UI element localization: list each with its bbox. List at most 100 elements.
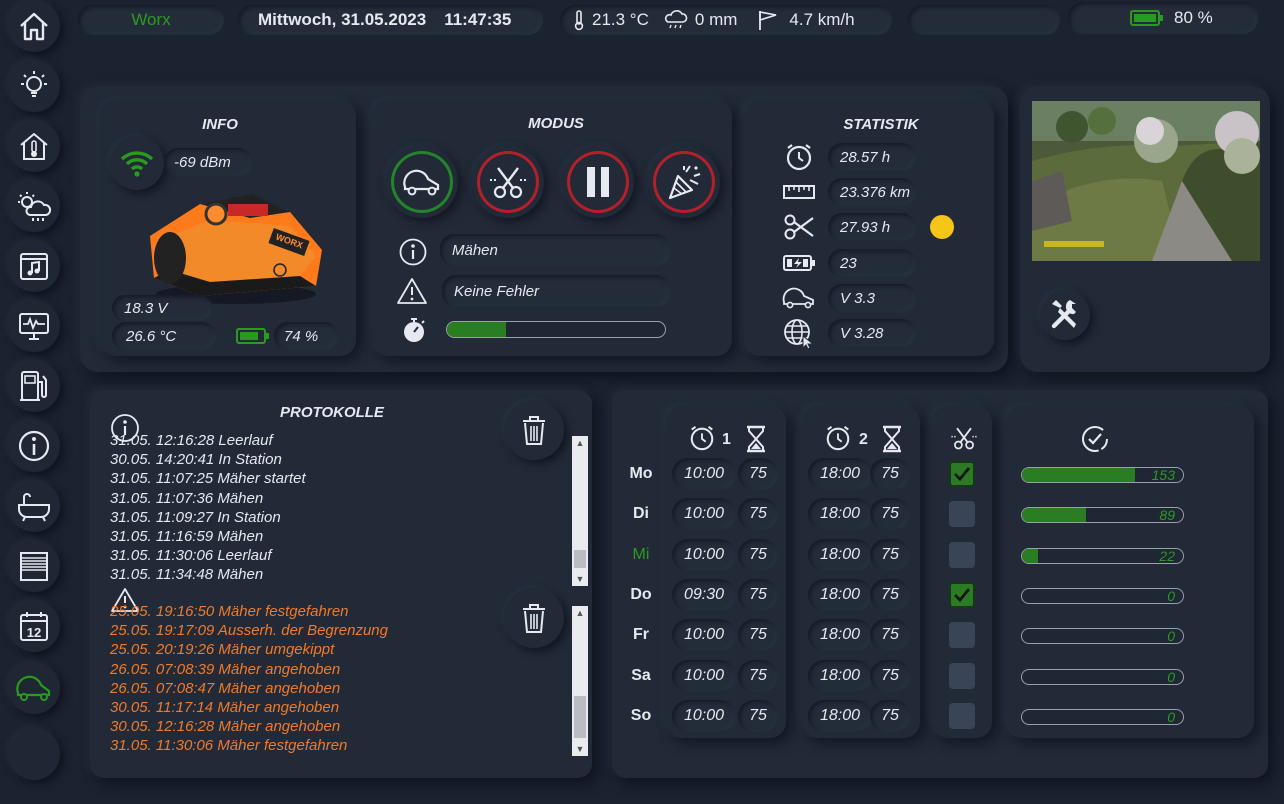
slot1-start-time[interactable]: 10:00 xyxy=(672,619,736,651)
day-progress-value: 0 xyxy=(1167,709,1175,725)
slot1-duration[interactable]: 75 xyxy=(738,660,778,692)
alarm-clock-icon xyxy=(782,143,816,171)
battery-icon xyxy=(1130,9,1164,27)
party-mode-button[interactable] xyxy=(648,146,720,218)
slot1-start-time[interactable]: 10:00 xyxy=(672,660,736,692)
slot2-start-time[interactable]: 18:00 xyxy=(808,498,872,530)
slot2-duration[interactable]: 75 xyxy=(870,539,910,571)
sidebar-empty-button[interactable] xyxy=(8,728,60,780)
fuel-icon[interactable] xyxy=(8,360,60,412)
home-mower-button[interactable] xyxy=(386,146,458,218)
weather-icon[interactable] xyxy=(8,180,60,232)
slot2-start-time[interactable]: 18:00 xyxy=(808,619,872,651)
status-log-scrollbar[interactable]: ▲ ▼ xyxy=(572,436,588,586)
slot1-duration[interactable]: 75 xyxy=(738,619,778,651)
stopwatch-icon xyxy=(400,316,428,344)
day-progress-bar: 89 xyxy=(1021,507,1184,523)
scroll-down-icon[interactable]: ▼ xyxy=(572,572,588,586)
calendar-icon[interactable]: 12 xyxy=(8,600,60,652)
scroll-thumb[interactable] xyxy=(574,696,586,738)
mower-battery-value: 74 % xyxy=(274,322,338,350)
mower-outline-icon xyxy=(782,284,816,312)
error-log[interactable]: 25.05. 19:16:50 Mäher festgefahren 25.05.… xyxy=(110,602,570,756)
day-label: Do xyxy=(630,586,652,603)
edgecut-checkbox[interactable] xyxy=(949,461,975,487)
check-icon xyxy=(954,588,971,603)
status-log[interactable]: 31.05. 12:16:28 Leerlauf 30.05. 14:20:41 … xyxy=(110,431,570,583)
day-progress-bar: 153 xyxy=(1021,467,1184,483)
day-label: Sa xyxy=(631,667,651,684)
edgecut-checkbox[interactable] xyxy=(949,582,975,608)
slot1-start-time[interactable]: 10:00 xyxy=(672,700,736,732)
bulb-icon[interactable] xyxy=(8,60,60,112)
slot1-duration[interactable]: 75 xyxy=(738,458,778,490)
slot2-duration[interactable]: 75 xyxy=(870,660,910,692)
day-progress-value: 89 xyxy=(1159,507,1175,523)
tools-icon[interactable] xyxy=(1040,290,1090,340)
edgecut-checkbox[interactable] xyxy=(949,501,975,527)
hourglass-icon xyxy=(880,425,904,453)
edge-cut-button[interactable] xyxy=(472,146,544,218)
scroll-up-icon[interactable]: ▲ xyxy=(572,436,588,450)
slot2-duration[interactable]: 75 xyxy=(870,498,910,530)
mower-icon[interactable] xyxy=(8,662,60,714)
log-entry: 26.05. 07:08:47 Mäher angehoben xyxy=(110,679,341,697)
slot1-label: 1 xyxy=(722,431,731,448)
edgecut-checkbox[interactable] xyxy=(949,663,975,689)
camera-image[interactable] xyxy=(1032,101,1260,261)
monitor-icon[interactable] xyxy=(8,300,60,352)
scroll-down-icon[interactable]: ▼ xyxy=(572,742,588,756)
log-entry: 26.05. 07:08:39 Mäher angehoben xyxy=(110,660,341,678)
error-log-scrollbar[interactable]: ▲ ▼ xyxy=(572,606,588,756)
slot1-duration[interactable]: 75 xyxy=(738,700,778,732)
slot2-duration[interactable]: 75 xyxy=(870,579,910,611)
edgecut-checkbox[interactable] xyxy=(949,622,975,648)
time-text: 11:47:35 xyxy=(444,10,512,29)
slot2-start-time[interactable]: 18:00 xyxy=(808,579,872,611)
mower-error: Keine Fehler xyxy=(442,275,670,307)
mower-status: Mähen xyxy=(440,234,670,266)
mower-image: WORX xyxy=(140,186,326,310)
info-icon[interactable] xyxy=(8,420,60,472)
day-progress-fill xyxy=(1022,549,1039,563)
scroll-thumb[interactable] xyxy=(574,550,586,568)
slot2-start-time[interactable]: 18:00 xyxy=(808,700,872,732)
edgecut-checkbox[interactable] xyxy=(949,542,975,568)
slot2-duration[interactable]: 75 xyxy=(870,700,910,732)
date-text: Mittwoch, 31.05.2023 xyxy=(258,10,427,29)
slot1-start-time[interactable]: 10:00 xyxy=(672,458,736,490)
slot1-start-time[interactable]: 09:30 xyxy=(672,579,736,611)
slot2-start-time[interactable]: 18:00 xyxy=(808,660,872,692)
music-icon[interactable] xyxy=(8,240,60,292)
bathtub-icon[interactable] xyxy=(8,480,60,532)
slot2-duration[interactable]: 75 xyxy=(870,458,910,490)
stat-web-version: V 3.28 xyxy=(828,319,916,347)
slot1-duration[interactable]: 75 xyxy=(738,539,778,571)
log-entry: 31.05. 11:16:59 Mähen xyxy=(110,528,264,546)
slot1-duration[interactable]: 75 xyxy=(738,498,778,530)
check-icon xyxy=(954,467,971,482)
slot1-duration[interactable]: 75 xyxy=(738,579,778,611)
scroll-up-icon[interactable]: ▲ xyxy=(572,606,588,620)
weather-bar: 21.3 °C 0 mm 4.7 km/h xyxy=(560,5,892,35)
day-progress-bar: 0 xyxy=(1021,588,1184,604)
edgecut-checkbox[interactable] xyxy=(949,703,975,729)
slot2-start-time[interactable]: 18:00 xyxy=(808,458,872,490)
blinds-icon[interactable] xyxy=(8,540,60,592)
day-progress-bar: 0 xyxy=(1021,709,1184,725)
slot2-duration[interactable]: 75 xyxy=(870,619,910,651)
slot2-start-time[interactable]: 18:00 xyxy=(808,539,872,571)
status-dot xyxy=(930,215,954,239)
day-label: Fr xyxy=(633,626,649,643)
log-entry: 25.05. 19:17:09 Ausserh. der Begrenzung xyxy=(110,622,388,640)
statistik-title: STATISTIK xyxy=(843,116,919,133)
home-icon[interactable] xyxy=(8,0,60,52)
day-label: Mo xyxy=(629,465,653,482)
log-entry: 30.05. 14:20:41 In Station xyxy=(110,451,282,469)
slot1-start-time[interactable]: 10:00 xyxy=(672,539,736,571)
mowing-progress-fill xyxy=(447,322,506,337)
pause-button[interactable] xyxy=(562,146,634,218)
house-thermometer-icon[interactable] xyxy=(8,120,60,172)
progress-column xyxy=(1006,406,1254,738)
slot1-start-time[interactable]: 10:00 xyxy=(672,498,736,530)
